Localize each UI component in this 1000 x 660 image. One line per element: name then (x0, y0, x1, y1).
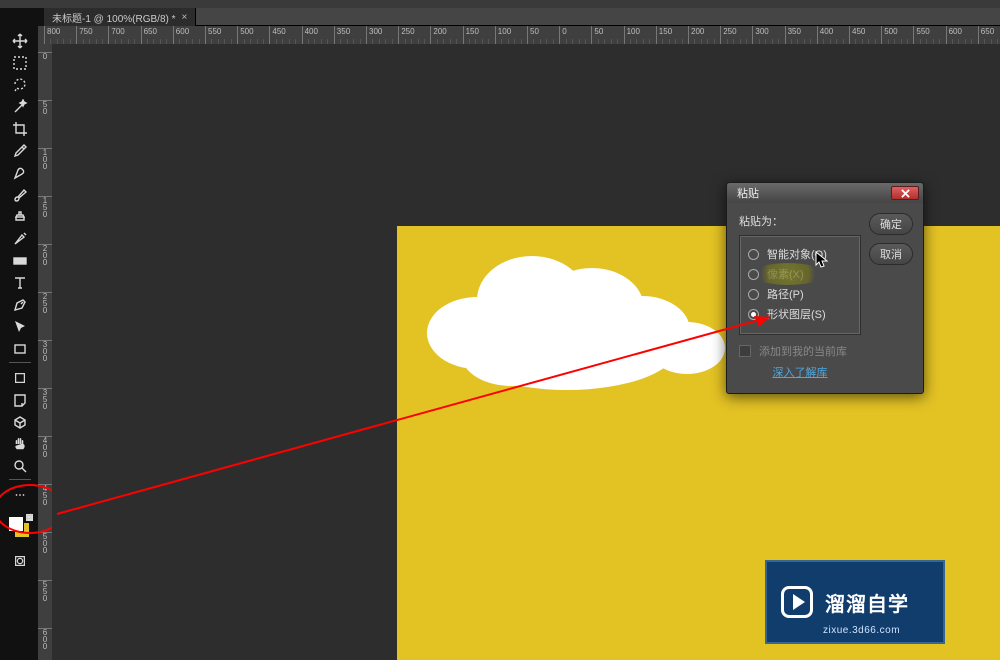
3d-tool-icon[interactable] (9, 411, 31, 433)
add-to-library-checkbox[interactable] (739, 345, 751, 357)
eyedropper-tool-icon[interactable] (9, 140, 31, 162)
horizontal-ruler: 8007507006506005505004504003503002502001… (38, 26, 1000, 44)
quick-mask-icon[interactable] (9, 550, 31, 572)
clone-stamp-tool-icon[interactable] (9, 206, 31, 228)
paste-option-shape-layer[interactable]: 形状图层(S) (748, 306, 852, 322)
paste-option-path[interactable]: 路径(P) (748, 286, 852, 302)
hand-tool-icon[interactable] (9, 433, 31, 455)
rect-marquee-tool-icon[interactable] (9, 52, 31, 74)
magic-wand-tool-icon[interactable] (9, 96, 31, 118)
lasso-tool-icon[interactable] (9, 74, 31, 96)
dialog-titlebar[interactable]: 粘贴 (727, 183, 923, 203)
gradient-tool-icon[interactable] (9, 250, 31, 272)
paste-dialog: 粘贴 粘贴为： 智能对象(O) 像素(X) 路径(P) (726, 182, 924, 394)
play-icon (781, 586, 813, 618)
dialog-close-button[interactable] (891, 186, 919, 200)
close-icon[interactable]: × (182, 12, 188, 23)
color-swatches[interactable]: ⇄ (6, 514, 34, 542)
move-tool-icon[interactable] (9, 30, 31, 52)
history-brush-tool-icon[interactable] (9, 228, 31, 250)
watermark-url: zixue.3d66.com (823, 625, 900, 636)
brush-tool-icon[interactable] (9, 184, 31, 206)
foreground-color-swatch[interactable] (8, 516, 24, 532)
dialog-title: 粘贴 (737, 185, 759, 201)
document-tab[interactable]: 未标题-1 @ 100%(RGB/8) * × (44, 8, 196, 26)
radio-icon (748, 309, 759, 320)
crop-tool-icon[interactable] (9, 118, 31, 140)
artboard-tool-icon[interactable] (9, 367, 31, 389)
rectangle-shape-tool-icon[interactable] (9, 338, 31, 360)
type-tool-icon[interactable] (9, 272, 31, 294)
healing-brush-tool-icon[interactable] (9, 162, 31, 184)
zoom-tool-icon[interactable] (9, 455, 31, 477)
learn-libraries-link[interactable]: 深入了解库 (773, 367, 828, 379)
add-to-library-label: 添加到我的当前库 (759, 343, 847, 359)
radio-icon (748, 249, 759, 260)
paste-option-smart-object[interactable]: 智能对象(O) (748, 246, 852, 262)
pen-tool-icon[interactable] (9, 294, 31, 316)
cancel-button[interactable]: 取消 (869, 243, 913, 265)
paste-as-group: 智能对象(O) 像素(X) 路径(P) 形状图层(S) (739, 235, 861, 335)
ok-button[interactable]: 确定 (869, 213, 913, 235)
add-to-library-row: 添加到我的当前库 (739, 343, 861, 359)
vertical-ruler: 050100150200250300350400450500550600 (38, 44, 52, 660)
document-tab-bar: 未标题-1 @ 100%(RGB/8) * × (44, 8, 1000, 26)
path-select-tool-icon[interactable] (9, 316, 31, 338)
cloud-shape (417, 238, 727, 408)
edit-toolbar-icon[interactable] (9, 484, 31, 506)
tool-palette: ⇄ (6, 30, 34, 572)
paste-option-pixels[interactable]: 像素(X) (748, 266, 852, 282)
watermark-banner: 溜溜自学 zixue.3d66.com (765, 560, 945, 644)
paste-as-label: 粘贴为： (739, 213, 861, 229)
watermark-brand: 溜溜自学 (825, 588, 909, 617)
note-tool-icon[interactable] (9, 389, 31, 411)
document-tab-title: 未标题-1 @ 100%(RGB/8) * (52, 10, 176, 25)
radio-icon (748, 269, 759, 280)
radio-icon (748, 289, 759, 300)
